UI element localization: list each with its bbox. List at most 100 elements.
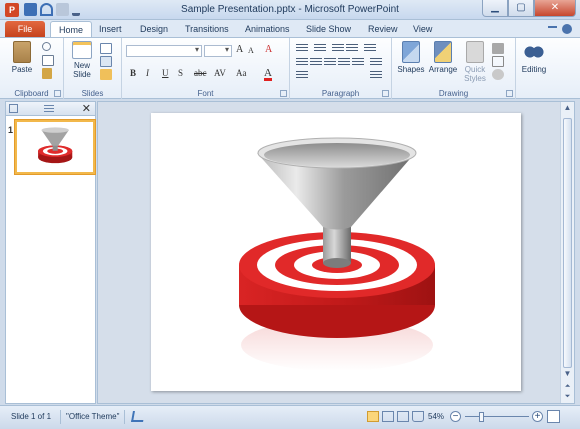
new-slide-label-line2: Slide xyxy=(73,70,91,79)
font-color-button[interactable]: A xyxy=(264,68,272,81)
minimize-button[interactable]: ▁ xyxy=(482,0,508,17)
maximize-button[interactable]: ▢ xyxy=(508,0,534,17)
align-left-icon[interactable] xyxy=(296,58,308,67)
font-family-select[interactable] xyxy=(126,45,202,57)
paragraph-launcher-icon[interactable] xyxy=(382,90,389,97)
underline-button[interactable]: U xyxy=(162,68,169,78)
shadow-button[interactable]: S xyxy=(178,68,183,78)
format-painter-icon[interactable] xyxy=(42,68,52,79)
smartart-icon[interactable] xyxy=(370,71,382,80)
quick-styles-button[interactable]: Quick Styles xyxy=(460,41,490,83)
shapes-button[interactable]: Shapes xyxy=(396,41,426,74)
spell-check-icon[interactable] xyxy=(131,411,145,422)
slide-sorter-icon[interactable] xyxy=(382,411,394,422)
tab-file[interactable]: File xyxy=(5,21,45,38)
ribbon-tabs: File Home Insert Design Transitions Anim… xyxy=(0,20,580,38)
font-size-select[interactable] xyxy=(204,45,232,57)
normal-view-icon[interactable] xyxy=(367,411,379,422)
bullets-icon[interactable] xyxy=(296,44,308,53)
tab-transitions[interactable]: Transitions xyxy=(185,24,229,34)
zoom-slider-track[interactable] xyxy=(465,416,529,417)
fit-to-window-icon[interactable] xyxy=(547,410,560,423)
italic-button[interactable]: I xyxy=(146,68,149,78)
outline-tab-icon[interactable] xyxy=(44,105,54,113)
font-group: A A A B I U S abc AV Aa A Font xyxy=(122,38,290,99)
drawing-launcher-icon[interactable] xyxy=(506,90,513,97)
grow-font-button[interactable]: A xyxy=(236,44,243,55)
pane-tabs: ✕ xyxy=(6,102,95,116)
clipboard-launcher-icon[interactable] xyxy=(54,90,61,97)
slide-thumbnail[interactable] xyxy=(15,120,95,174)
next-slide-icon[interactable]: ⏷ xyxy=(562,393,573,402)
slide-count: Slide 1 of 1 xyxy=(11,412,52,421)
editing-button[interactable]: Editing xyxy=(518,41,550,74)
align-center-icon[interactable] xyxy=(310,58,322,67)
numbering-icon[interactable] xyxy=(314,44,326,53)
editing-label: Editing xyxy=(521,65,547,74)
tab-review[interactable]: Review xyxy=(368,24,398,34)
copy-icon[interactable] xyxy=(42,55,54,66)
new-slide-label-line1: New xyxy=(73,61,90,70)
scroll-up-icon[interactable]: ▲ xyxy=(562,103,573,115)
new-slide-button[interactable]: New Slide xyxy=(68,41,96,79)
line-spacing-icon[interactable] xyxy=(364,44,376,53)
editing-group: Editing xyxy=(516,38,550,99)
tab-slide-show[interactable]: Slide Show xyxy=(306,24,351,34)
align-text-icon[interactable] xyxy=(296,71,308,80)
title-bar: P Sample Presentation.pptx - Microsoft P… xyxy=(0,0,580,20)
strikethrough-button[interactable]: abc xyxy=(194,68,207,78)
layout-icon[interactable] xyxy=(100,43,112,54)
previous-slide-icon[interactable]: ⏶ xyxy=(562,383,573,392)
scroll-thumb[interactable] xyxy=(563,118,572,368)
vertical-scrollbar[interactable]: ▲ ▼ ⏶ ⏷ xyxy=(560,102,574,403)
tab-design[interactable]: Design xyxy=(140,24,168,34)
font-launcher-icon[interactable] xyxy=(280,90,287,97)
columns-icon[interactable] xyxy=(352,58,364,67)
slide-show-icon[interactable] xyxy=(412,411,424,422)
section-icon[interactable] xyxy=(100,69,112,80)
align-right-icon[interactable] xyxy=(324,58,336,67)
reading-view-icon[interactable] xyxy=(397,411,409,422)
close-pane-icon[interactable]: ✕ xyxy=(82,102,91,115)
change-case-button[interactable]: Aa xyxy=(236,68,247,78)
zoom-level[interactable]: 54% xyxy=(428,412,444,421)
slide-canvas[interactable] xyxy=(151,113,521,391)
shape-effects-icon[interactable] xyxy=(492,69,504,80)
zoom-in-icon[interactable]: + xyxy=(532,411,543,422)
reset-icon[interactable] xyxy=(100,56,112,67)
clear-formatting-button[interactable]: A xyxy=(265,44,272,55)
slide-editing-area: ▲ ▼ ⏶ ⏷ xyxy=(97,101,575,404)
tab-insert[interactable]: Insert xyxy=(99,24,122,34)
tab-home[interactable]: Home xyxy=(50,21,93,38)
bold-button[interactable]: B xyxy=(130,68,136,78)
slides-pane: ✕ 1 xyxy=(5,101,96,404)
slides-tab-icon[interactable] xyxy=(9,104,18,113)
paragraph-group: Paragraph xyxy=(290,38,392,99)
text-direction-icon[interactable] xyxy=(370,58,382,67)
window-controls: ▁ ▢ ✕ xyxy=(482,0,576,17)
cut-icon[interactable] xyxy=(42,42,51,51)
status-divider xyxy=(60,410,61,424)
binoculars-icon xyxy=(524,41,544,63)
drawing-group: Shapes Arrange Quick Styles Drawing xyxy=(392,38,516,99)
tab-view[interactable]: View xyxy=(413,24,432,34)
shrink-font-button[interactable]: A xyxy=(248,46,254,55)
increase-indent-icon[interactable] xyxy=(346,44,358,53)
arrange-button[interactable]: Arrange xyxy=(427,41,459,74)
justify-icon[interactable] xyxy=(338,58,350,67)
help-icon[interactable] xyxy=(562,24,572,34)
tab-animations[interactable]: Animations xyxy=(245,24,290,34)
shape-fill-icon[interactable] xyxy=(492,43,504,54)
decrease-indent-icon[interactable] xyxy=(332,44,344,53)
zoom-slider-thumb[interactable] xyxy=(479,412,485,422)
funnel-target-image[interactable] xyxy=(151,113,521,391)
zoom-out-icon[interactable]: − xyxy=(450,411,461,422)
close-button[interactable]: ✕ xyxy=(534,0,576,17)
minimize-ribbon-icon[interactable] xyxy=(548,26,557,32)
character-spacing-button[interactable]: AV xyxy=(214,68,226,78)
slides-group: New Slide Slides xyxy=(64,38,122,99)
shape-outline-icon[interactable] xyxy=(492,56,504,67)
paste-button[interactable]: Paste xyxy=(8,41,36,74)
quick-styles-label-line2: Styles xyxy=(464,74,486,83)
scroll-down-icon[interactable]: ▼ xyxy=(562,369,573,381)
